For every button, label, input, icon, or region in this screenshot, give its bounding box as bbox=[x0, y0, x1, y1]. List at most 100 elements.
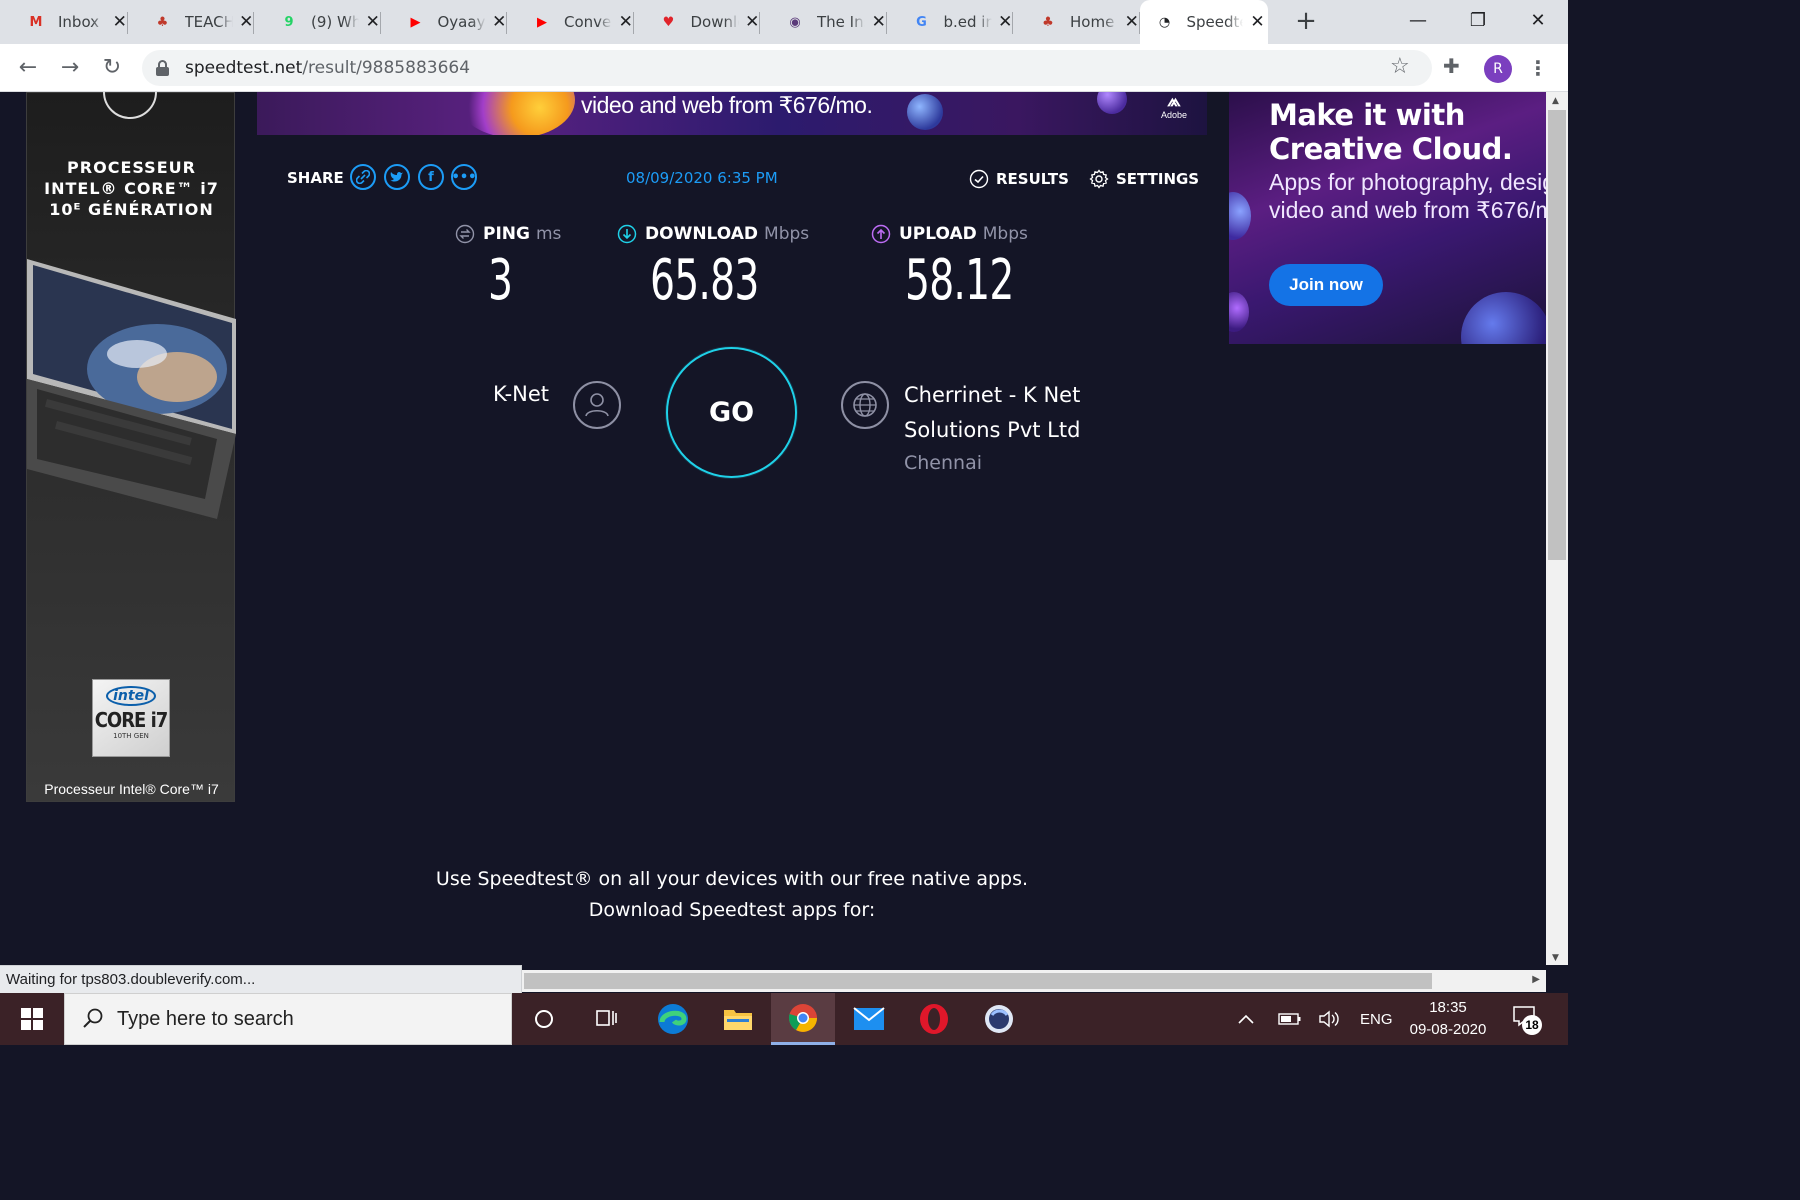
share-link-icon[interactable] bbox=[350, 164, 376, 190]
browser-tab[interactable]: ▶ Oyaaye ✕ bbox=[381, 0, 507, 44]
restore-button[interactable]: ❐ bbox=[1448, 0, 1508, 40]
tab-separator bbox=[506, 12, 507, 34]
tab-label: b.ed in bbox=[943, 13, 992, 31]
settings-label: SETTINGS bbox=[1116, 170, 1200, 188]
upload-metric: UPLOAD Mbps 58.12 bbox=[871, 224, 1028, 313]
mail-icon[interactable] bbox=[837, 993, 901, 1045]
tab-separator bbox=[1138, 12, 1140, 34]
ad-orb-graphic bbox=[1229, 292, 1249, 332]
results-link[interactable]: RESULTS bbox=[969, 169, 1069, 189]
extensions-puzzle-icon[interactable]: ✚ bbox=[1443, 54, 1460, 78]
bookmark-star-icon[interactable]: ☆ bbox=[1390, 54, 1410, 79]
forward-button[interactable]: → bbox=[56, 54, 84, 82]
browser-tab[interactable]: Gb.ed in ✕ bbox=[887, 0, 1013, 44]
show-hidden-icons[interactable] bbox=[1236, 993, 1256, 1045]
adobe-logo: ⩕ Adobe bbox=[1160, 92, 1188, 120]
task-view-icon[interactable] bbox=[574, 993, 638, 1045]
browser-tab[interactable]: ♣ Home ✕ bbox=[1013, 0, 1140, 44]
tab-label: Home bbox=[1070, 13, 1115, 31]
intel-ad-caption: Processeur Intel® Core™ i7 bbox=[44, 781, 219, 797]
join-now-button[interactable]: Join now bbox=[1269, 264, 1383, 306]
new-tab-button[interactable]: + bbox=[1292, 8, 1320, 36]
scroll-down-arrow-icon[interactable]: ▼ bbox=[1552, 953, 1559, 963]
close-tab-icon[interactable]: ✕ bbox=[1124, 12, 1139, 32]
settings-link[interactable]: SETTINGS bbox=[1089, 169, 1199, 189]
tab-label: Oyaaye bbox=[437, 13, 486, 31]
browser-tab[interactable]: ♣ TEACHER ✕ bbox=[128, 0, 254, 44]
close-tab-icon[interactable]: ✕ bbox=[618, 12, 633, 32]
vertical-scrollbar[interactable]: ▲ ▼ bbox=[1546, 92, 1568, 965]
lock-icon[interactable] bbox=[156, 60, 169, 76]
browser-tab[interactable]: M Inbox ✕ bbox=[1, 0, 128, 44]
creative-cloud-ad[interactable]: Make it with Creative Cloud. Apps for ph… bbox=[1229, 92, 1546, 344]
check-circle-icon bbox=[969, 169, 989, 189]
laptop-image bbox=[27, 259, 236, 519]
more-share-options-icon[interactable]: ••• bbox=[451, 164, 477, 190]
close-tab-icon[interactable]: ✕ bbox=[871, 12, 886, 32]
close-tab-icon[interactable]: ✕ bbox=[492, 12, 507, 32]
more-menu-icon[interactable]: ⋮ bbox=[1528, 56, 1548, 80]
app-sphere-icon[interactable] bbox=[967, 993, 1031, 1045]
result-timestamp[interactable]: 08/09/2020 6:35 PM bbox=[626, 169, 778, 187]
opera-icon[interactable] bbox=[902, 993, 966, 1045]
download-value: 65.83 bbox=[650, 248, 759, 313]
globe-icon[interactable] bbox=[841, 381, 889, 429]
intel-ad-headline: PROCESSEUR INTEL® CORE™ i7 10ᴱ GÉNÉRATIO… bbox=[44, 158, 219, 219]
browser-tab[interactable]: ◔ Speedtest ✕ bbox=[1139, 0, 1268, 44]
battery-icon[interactable] bbox=[1278, 993, 1302, 1045]
start-button[interactable] bbox=[0, 993, 64, 1045]
volume-icon[interactable] bbox=[1318, 993, 1342, 1045]
intel-core-i7-badge: intel CORE i7 10TH GEN bbox=[92, 679, 170, 757]
go-button[interactable]: GO bbox=[666, 347, 797, 478]
chrome-icon[interactable] bbox=[771, 993, 835, 1045]
youtube-icon: ▶ bbox=[410, 14, 421, 30]
minimize-button[interactable]: — bbox=[1388, 0, 1448, 40]
close-tab-icon[interactable]: ✕ bbox=[239, 12, 254, 32]
language-indicator[interactable]: ENG bbox=[1360, 993, 1393, 1045]
cortana-icon[interactable] bbox=[512, 993, 576, 1045]
horizontal-scrollbar-thumb[interactable] bbox=[524, 973, 1432, 989]
close-window-button[interactable]: ✕ bbox=[1508, 0, 1568, 40]
close-tab-icon[interactable]: ✕ bbox=[112, 12, 127, 32]
status-bar: Waiting for tps803.doubleverify.com... bbox=[0, 965, 522, 993]
address-bar[interactable]: speedtest.net/result/9885883664 bbox=[142, 50, 1432, 86]
reload-button[interactable]: ↻ bbox=[98, 54, 126, 82]
browser-tab[interactable]: ♥ Download ✕ bbox=[634, 0, 760, 44]
edge-browser-icon[interactable] bbox=[641, 993, 705, 1045]
server-name[interactable]: Cherrinet - K Net Solutions Pvt Ltd bbox=[904, 378, 1164, 448]
close-tab-icon[interactable]: ✕ bbox=[745, 12, 760, 32]
taskbar-clock[interactable]: 18:35 09-08-2020 bbox=[1396, 997, 1500, 1041]
adobe-banner-ad[interactable]: video and web from ₹676/mo. ⩕ Adobe bbox=[257, 92, 1207, 135]
download-arrow-icon bbox=[617, 224, 637, 244]
taskbar-search-box[interactable]: Type here to search bbox=[64, 993, 512, 1045]
close-tab-icon[interactable]: ✕ bbox=[1249, 12, 1267, 32]
scroll-right-arrow-icon[interactable]: ▶ bbox=[1532, 974, 1540, 985]
action-center-icon[interactable]: 18 bbox=[1512, 1005, 1542, 1035]
profile-avatar[interactable]: R bbox=[1484, 55, 1512, 83]
isp-name[interactable]: K-Net bbox=[493, 382, 549, 406]
close-tab-icon[interactable]: ✕ bbox=[365, 12, 380, 32]
scrollbar-thumb[interactable] bbox=[1548, 110, 1566, 560]
back-button[interactable]: ← bbox=[14, 54, 42, 82]
browser-tab[interactable]: 9 (9) WhatsApp ✕ bbox=[254, 0, 381, 44]
tab-label: Inbox bbox=[58, 13, 100, 31]
scroll-up-arrow-icon[interactable]: ▲ bbox=[1552, 96, 1559, 106]
search-placeholder: Type here to search bbox=[117, 1007, 294, 1030]
windows-taskbar: Type here to search ENG 18:35 09-08-2020… bbox=[0, 993, 1568, 1045]
tab-separator bbox=[632, 12, 634, 34]
ad-logo-ring bbox=[103, 92, 157, 119]
browser-tab[interactable]: ▶ Convert ✕ bbox=[507, 0, 634, 44]
google-icon: G bbox=[916, 14, 927, 30]
ad-orb-graphic bbox=[1461, 292, 1546, 344]
tab-separator bbox=[885, 12, 887, 34]
intel-ad[interactable]: PROCESSEUR INTEL® CORE™ i7 10ᴱ GÉNÉRATIO… bbox=[26, 92, 236, 802]
browser-tab[interactable]: ◉ The Institute ✕ bbox=[760, 0, 887, 44]
horizontal-scrollbar[interactable]: ▶ bbox=[522, 970, 1546, 992]
close-tab-icon[interactable]: ✕ bbox=[998, 12, 1013, 32]
twitter-icon[interactable] bbox=[384, 164, 410, 190]
facebook-icon[interactable]: f bbox=[418, 164, 444, 190]
file-explorer-icon[interactable] bbox=[706, 993, 770, 1045]
user-icon[interactable] bbox=[573, 381, 621, 429]
server-city: Chennai bbox=[904, 452, 983, 474]
url-text[interactable]: speedtest.net/result/9885883664 bbox=[185, 58, 470, 78]
